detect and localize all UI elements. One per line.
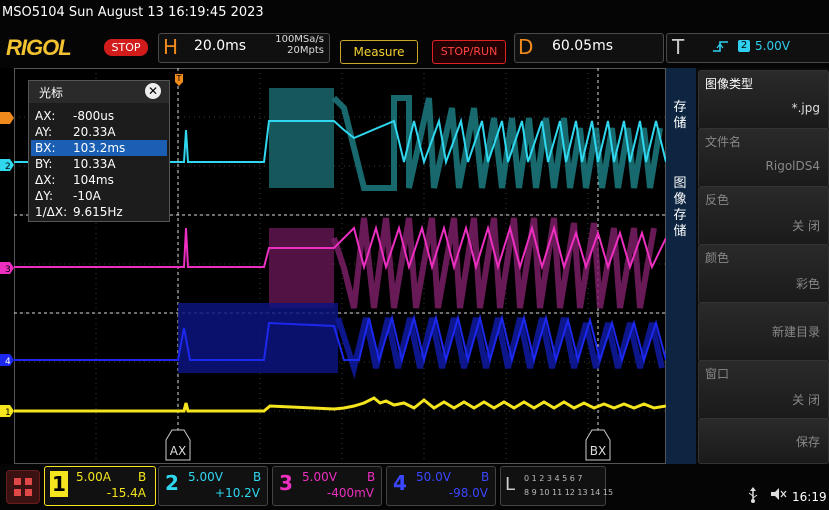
channel-markers: 2 3 4 1 (0, 112, 14, 418)
tab-image-storage[interactable]: 图像存储 (672, 176, 688, 240)
cursor-panel-title: 光标 (39, 86, 64, 100)
trigger-source-badge: 2 (738, 40, 750, 52)
home-button[interactable] (6, 470, 40, 504)
trigger-letter: T (672, 35, 685, 59)
ch3-scale: 5.00V (302, 470, 337, 484)
cursor-row-bx[interactable]: BX: 103.2ms (31, 140, 167, 156)
delay-value: 60.05ms (552, 38, 614, 54)
side-tabs: 存储 图像存储 (666, 68, 696, 468)
horizontal-letter: H (163, 35, 179, 59)
menu-save[interactable]: 保存 (698, 418, 829, 464)
measure-button[interactable]: Measure (340, 40, 418, 64)
clock: 16:19 (792, 490, 827, 504)
cursor-row-ay[interactable]: AY: 20.33A (31, 124, 167, 140)
ch4-scale: 50.0V (416, 470, 451, 484)
logic-channels-high: 8 9 10 11 12 13 14 15 (524, 488, 614, 497)
logic-channels-low: 0 1 2 3 4 5 6 7 (524, 474, 583, 483)
usb-icon (746, 487, 760, 507)
menu-color[interactable]: 颜色 彩色 (698, 244, 829, 304)
trigger-level-marker (0, 112, 14, 124)
menu-new-folder[interactable]: 新建目录 (698, 302, 829, 362)
sample-rate: 100MSa/s (275, 34, 324, 45)
svg-text:1: 1 (5, 408, 11, 418)
stop-run-button[interactable]: STOP/RUN (432, 40, 506, 64)
cursor-bx-marker: BX (585, 429, 611, 461)
speaker-icon[interactable] (770, 487, 788, 505)
ch2-offset: +10.2V (215, 486, 260, 500)
ch1-scale: 5.00A (76, 470, 111, 484)
ch3-bw: B (367, 470, 376, 484)
cursor-row-dx[interactable]: ΔX: 104ms (31, 172, 167, 188)
rising-edge-icon (712, 40, 730, 56)
cursor-row-ax[interactable]: AX: -800us (31, 108, 167, 124)
rigol-logo: RIGOL (6, 35, 72, 60)
ch3-number: 3 (279, 471, 293, 495)
ch2-scale: 5.00V (188, 470, 223, 484)
ch1-bw: B (138, 470, 147, 484)
run-state-badge: STOP (104, 39, 148, 56)
menu-image-type[interactable]: 图像类型 *.jpg (698, 70, 829, 130)
svg-text:4: 4 (5, 357, 11, 367)
model-datetime: MSO5104 Sun August 13 16:19:45 2023 (2, 5, 264, 20)
sample-rate-info: 100MSa/s 20Mpts (262, 34, 324, 56)
svg-text:3: 3 (5, 265, 11, 275)
cursor-ax-label: AX (170, 444, 186, 458)
tab-storage[interactable]: 存储 (672, 100, 688, 132)
cursor-row-inv-dx[interactable]: 1/ΔX: 9.615Hz (31, 204, 167, 220)
cursor-ax-marker: AX (165, 429, 191, 461)
trigger-level: 5.00V (755, 39, 790, 53)
ch1-offset: -15.4A (106, 486, 146, 500)
cursor-row-by[interactable]: BY: 10.33A (31, 156, 167, 172)
memory-depth: 20Mpts (287, 45, 324, 56)
ch2-number: 2 (165, 471, 179, 495)
menu-file-name[interactable]: 文件名 RigolDS4 (698, 128, 829, 188)
svg-text:T: T (176, 74, 182, 83)
ch4-number: 4 (393, 471, 407, 495)
close-icon[interactable]: ✕ (145, 83, 161, 99)
ch4-offset: -98.0V (448, 486, 488, 500)
cursor-row-dy[interactable]: ΔY: -10A (31, 188, 167, 204)
menu-invert[interactable]: 反色 关 闭 (698, 186, 829, 246)
logic-letter: L (505, 474, 516, 495)
logic-analyzer-panel[interactable] (500, 466, 606, 506)
timebase-value: 20.0ms (194, 38, 247, 54)
grid-menu-icon (14, 478, 32, 496)
cursor-bx-label: BX (590, 444, 606, 458)
menu-window[interactable]: 窗口 关 闭 (698, 360, 829, 420)
side-menu: 图像类型 *.jpg 文件名 RigolDS4 反色 关 闭 颜色 彩色 新建目… (696, 68, 829, 468)
ch1-number: 1 (50, 471, 68, 497)
svg-text:2: 2 (5, 162, 11, 172)
cursor-panel[interactable]: 光标 ✕ AX: -800us AY: 20.33A BX: 103.2ms BY: 1… (28, 80, 170, 222)
ch4-bw: B (481, 470, 490, 484)
ch2-bw: B (253, 470, 262, 484)
ch3-offset: -400mV (326, 486, 374, 500)
delay-letter: D (518, 35, 534, 59)
